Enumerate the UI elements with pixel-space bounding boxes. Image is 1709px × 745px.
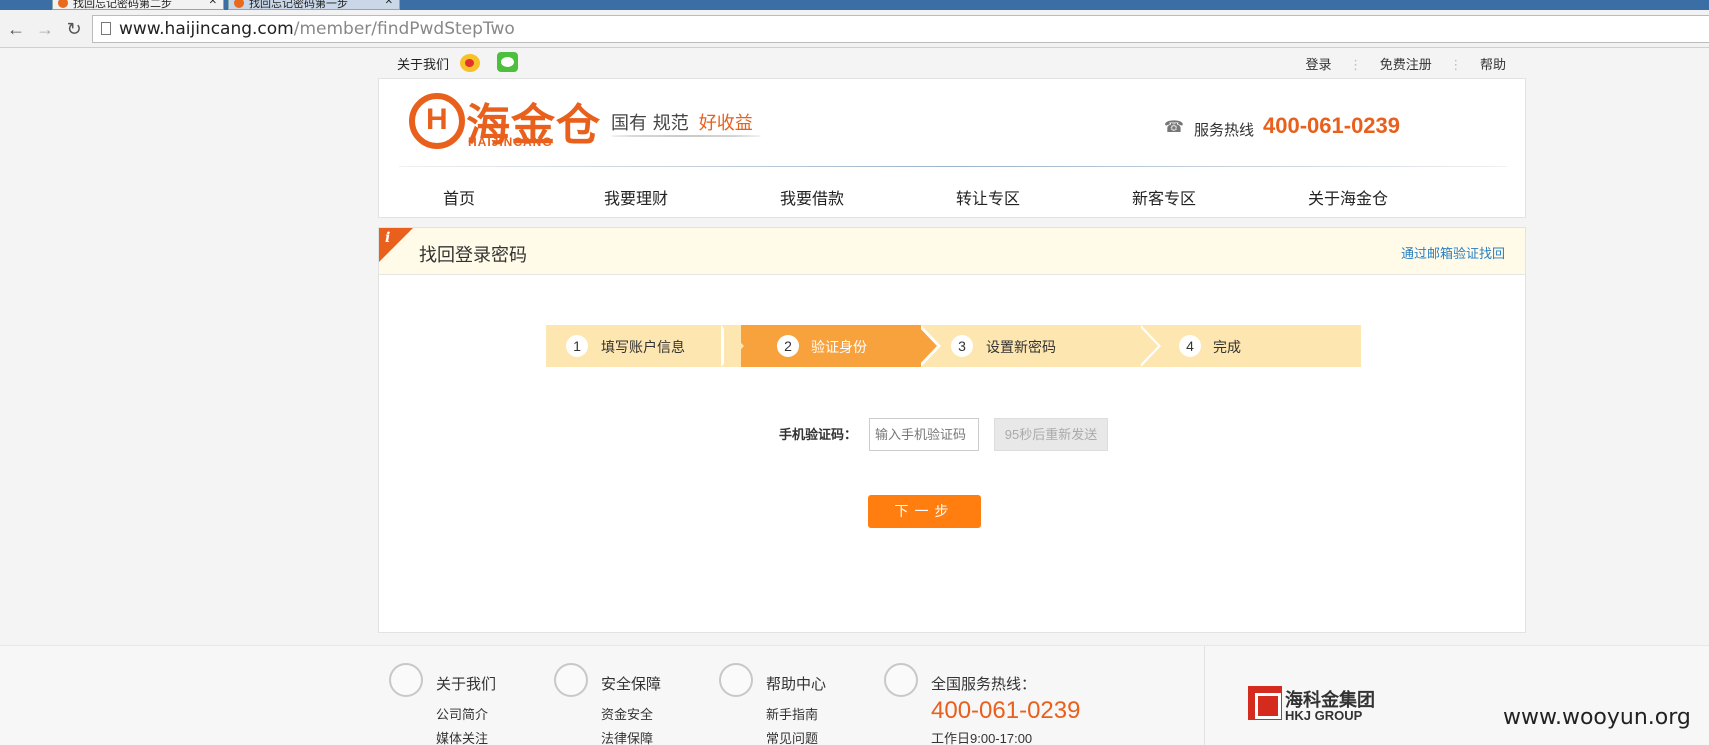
tab-find-password-step-two[interactable]: 找回忘记密码第二步 ✕ [52,0,224,10]
phone-code-input[interactable] [869,418,979,451]
footer-column-title: 安全保障 [601,676,662,693]
phone-icon [884,663,918,697]
slogan-text: 国有 规范 [611,113,689,134]
hotline-label: 服务热线 [1194,122,1255,139]
phone-code-label: 手机验证码： [779,427,858,442]
slogan-highlight: 好收益 [698,113,753,134]
main-navigation: 首页 我要理财 我要借款 转让专区 新客专区 关于海金仓 [379,179,1527,209]
register-link[interactable]: 免费注册 [1380,57,1432,72]
browser-toolbar: ← → ↻ www.haijincang.com/member/findPwdS… [0,10,1709,48]
phone-icon: ☎ [1164,119,1184,136]
info-icon: i [385,230,391,246]
footer-link-faq[interactable]: 常见问题 [766,728,818,745]
hkj-group-name-en: HKJ GROUP [1285,708,1363,723]
step-fill-account: 1 填写账户信息 [546,325,741,367]
help-link[interactable]: 帮助 [1480,57,1506,72]
step-chevron [724,325,744,367]
footer-hotline-number: 400-061-0239 [931,697,1081,724]
lock-icon [554,663,588,697]
step-label: 完成 [1213,339,1241,355]
tab-title: 找回忘记密码第二步 [73,0,172,10]
find-password-panel: i 找回登录密码 通过邮箱验证找回 1 填写账户信息 2 验证身份 3 设置新密… [378,227,1526,633]
slogan-underline [611,135,761,137]
nav-item-transfer[interactable]: 转让专区 [956,185,1020,209]
footer-divider [1204,646,1205,745]
about-us-link[interactable]: 关于我们 [397,54,449,73]
url-path: /member/findPwdStepTwo [293,19,515,39]
site-top-bar: 关于我们 登录 ⋮ 免费注册 ⋮ 帮助 [380,48,1520,78]
email-recovery-link[interactable]: 通过邮箱验证找回 [1401,243,1505,262]
tab-title: 找回忘记密码第一步 [249,0,348,10]
header-divider [399,166,1507,167]
page-title: 找回登录密码 [419,245,527,265]
site-footer: 关于我们 公司简介 媒体关注 安全保障 资金安全 法律保障 帮助中心 新手指南 … [0,645,1709,745]
site-favicon-icon [234,0,244,8]
hkj-group-emblem-icon [1248,686,1282,720]
footer-link-company-profile[interactable]: 公司简介 [436,704,488,723]
site-header: 海金仓 HAIJINCANG 国有 规范好收益 ☎ 服务热线 400-061-0… [378,78,1526,218]
panel-header: i 找回登录密码 通过邮箱验证找回 [379,228,1525,275]
address-bar[interactable]: www.haijincang.com/member/findPwdStepTwo [92,15,1709,43]
hotline-number: 400-061-0239 [1263,113,1401,138]
tab-close-icon[interactable]: ✕ [385,0,393,7]
step-chevron [1138,325,1158,367]
logo-emblem-icon [409,93,465,149]
progress-steps: 1 填写账户信息 2 验证身份 3 设置新密码 4 完成 [546,325,1361,367]
help-book-icon [719,663,753,697]
step-number: 3 [951,335,973,357]
footer-column-title: 帮助中心 [766,676,827,693]
footer-column-title: 关于我们 [436,676,497,693]
step-chevron [917,325,937,367]
separator: ⋮ [1349,57,1363,72]
footer-link-media[interactable]: 媒体关注 [436,728,488,745]
footer-link-fund-security[interactable]: 资金安全 [601,704,653,723]
step-label: 填写账户信息 [601,339,685,355]
step-label: 设置新密码 [986,339,1056,355]
logo-text-en: HAIJINCANG [468,135,553,149]
footer-column-title: 全国服务热线： [931,676,1037,693]
weibo-icon[interactable] [460,54,480,72]
watermark: www.wooyun.org [1503,705,1691,730]
next-step-button[interactable]: 下一步 [868,495,981,528]
account-links: 登录 ⋮ 免费注册 ⋮ 帮助 [1291,54,1506,73]
wechat-icon[interactable] [497,52,518,72]
step-number: 4 [1179,335,1201,357]
separator: ⋮ [1449,57,1463,72]
page-document-icon [101,22,111,35]
step-verify-identity: 2 验证身份 [741,325,921,367]
resend-code-button[interactable]: 95秒后重新发送 [994,418,1108,451]
step-number: 2 [777,335,799,357]
reload-icon[interactable]: ↻ [63,18,85,40]
nav-item-about[interactable]: 关于海金仓 [1308,185,1388,209]
login-link[interactable]: 登录 [1305,57,1331,72]
footer-link-beginner-guide[interactable]: 新手指南 [766,704,818,723]
forward-arrow-icon[interactable]: → [34,18,56,40]
slogan: 国有 规范 好收益 [611,109,753,135]
tab-close-icon[interactable]: ✕ [209,0,217,7]
nav-item-new-customer[interactable]: 新客专区 [1132,185,1196,209]
step-complete: 4 完成 [1141,325,1361,367]
browser-title-bar: 找回忘记密码第二步 ✕ 找回忘记密码第一步 ✕ [0,0,1709,10]
url-host: www.haijincang.com [119,19,294,39]
nav-item-home[interactable]: 首页 [443,185,475,209]
site-favicon-icon [58,0,68,8]
step-number: 1 [566,335,588,357]
tab-find-password-step-one[interactable]: 找回忘记密码第一步 ✕ [228,0,400,10]
back-arrow-icon[interactable]: ← [5,18,27,40]
about-us-icon [389,663,423,697]
step-set-new-password: 3 设置新密码 [921,325,1141,367]
nav-item-invest[interactable]: 我要理财 [604,185,668,209]
footer-service-hours: 工作日9:00-17:00 [931,731,1033,745]
footer-link-legal[interactable]: 法律保障 [601,728,653,745]
nav-item-borrow[interactable]: 我要借款 [780,185,844,209]
step-label: 验证身份 [811,339,867,355]
